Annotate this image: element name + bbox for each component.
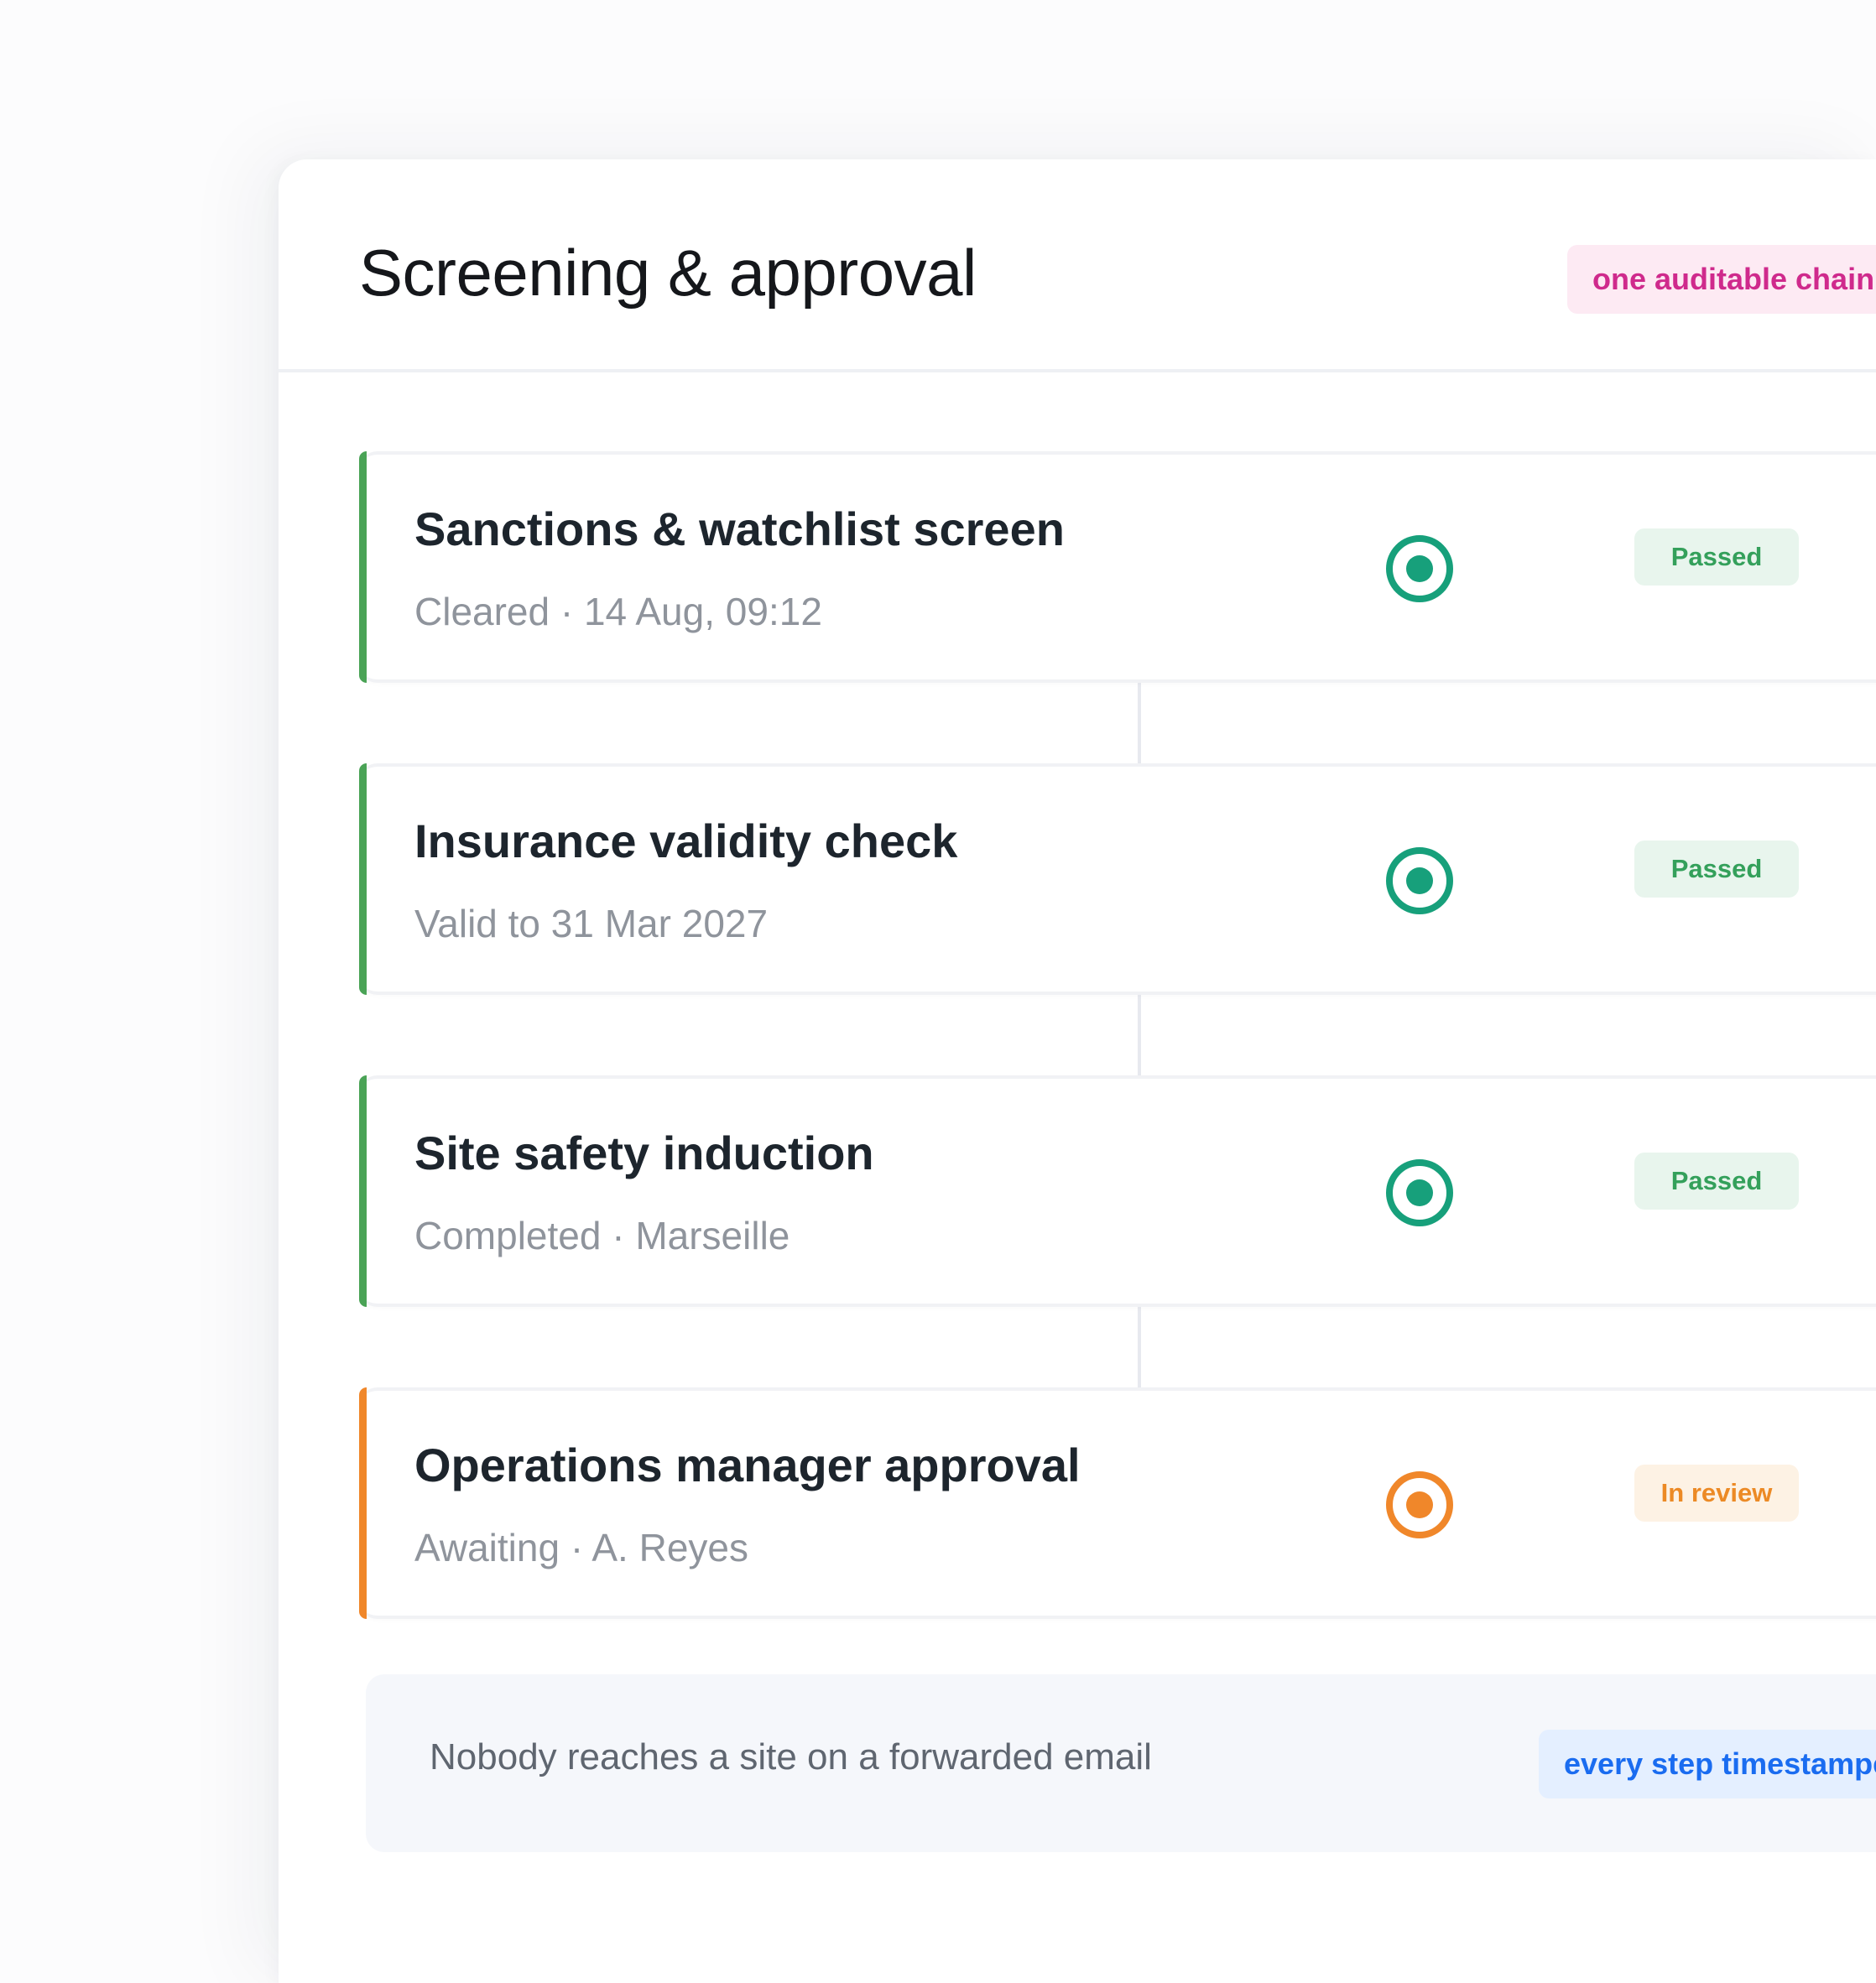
footer-text: Nobody reaches a site on a forwarded ema… xyxy=(430,1736,1152,1777)
panel-header: Screening & approval one auditable chain xyxy=(279,159,1876,372)
status-badge: Passed xyxy=(1634,1153,1799,1210)
step-subtitle: Awaiting · A. Reyes xyxy=(414,1526,749,1569)
step-subtitle: Valid to 31 Mar 2027 xyxy=(414,902,769,945)
step-card-sanctions[interactable]: Sanctions & watchlist screen Cleared · 1… xyxy=(359,451,1876,683)
page-title: Screening & approval xyxy=(359,236,977,310)
marker-dot xyxy=(1406,555,1433,582)
step-title: Operations manager approval xyxy=(414,1439,1081,1491)
marker-dot xyxy=(1406,867,1433,894)
step-complete-marker-icon xyxy=(1386,535,1453,602)
auditable-chain-tag: one auditable chain xyxy=(1567,245,1876,314)
marker-dot xyxy=(1406,1179,1433,1206)
step-title: Insurance validity check xyxy=(414,815,958,867)
step-subtitle: Cleared · 14 Aug, 09:12 xyxy=(414,590,822,633)
step-complete-marker-icon xyxy=(1386,1159,1453,1226)
status-badge: In review xyxy=(1634,1465,1799,1522)
footer-note: Nobody reaches a site on a forwarded ema… xyxy=(366,1674,1876,1852)
step-card-manager-approval[interactable]: Operations manager approval Awaiting · A… xyxy=(359,1387,1876,1619)
step-card-insurance[interactable]: Insurance validity check Valid to 31 Mar… xyxy=(359,763,1876,995)
timestamp-tag: every step timestamped xyxy=(1539,1730,1876,1798)
step-title: Site safety induction xyxy=(414,1127,874,1179)
timeline-connector xyxy=(1138,587,1141,1510)
step-title: Sanctions & watchlist screen xyxy=(414,502,1065,555)
status-badge: Passed xyxy=(1634,528,1799,586)
step-complete-marker-icon xyxy=(1386,847,1453,914)
step-subtitle: Completed · Marseille xyxy=(414,1214,790,1257)
step-card-safety-induction[interactable]: Site safety induction Completed · Marsei… xyxy=(359,1075,1876,1307)
status-badge: Passed xyxy=(1634,841,1799,898)
step-pending-marker-icon xyxy=(1386,1471,1453,1538)
marker-dot xyxy=(1406,1491,1433,1518)
